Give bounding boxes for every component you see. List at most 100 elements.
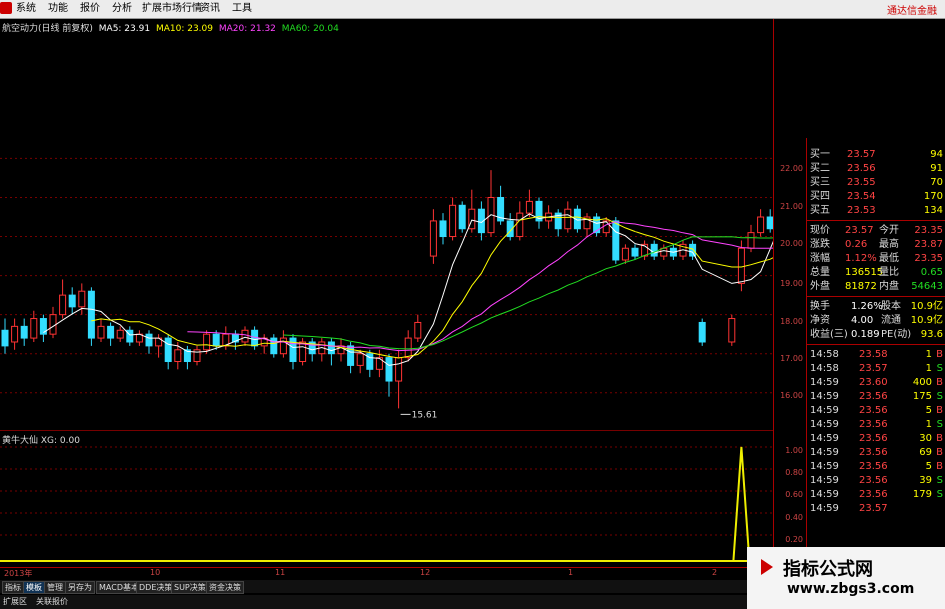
stat-value: 93.6 [920, 329, 943, 340]
candle-up [621, 247, 629, 261]
tick-row: 14:59 23.56 5 B [807, 460, 945, 474]
menu-analysis[interactable]: 分析 [112, 2, 132, 16]
candle-up [174, 349, 182, 363]
candle-up [728, 318, 736, 343]
candle-up [59, 294, 67, 316]
tick-row: 14:59 23.56 1 S [807, 418, 945, 432]
candle-up [737, 247, 745, 284]
menu-extended-market[interactable]: 扩展市场行情 [142, 2, 202, 16]
candle-up [414, 321, 422, 339]
tab-indicator[interactable]: 指标 [2, 581, 24, 594]
stat-value: 10.9亿 [910, 315, 943, 326]
tick-side: B [936, 377, 943, 388]
candle-up [757, 216, 765, 234]
bid-label: 买二 [810, 163, 830, 174]
indicator-panel[interactable]: 黄牛大仙 XG: 0.00 [0, 431, 773, 567]
time-tick: 2013年 [4, 569, 33, 578]
kline-panel[interactable]: 航空动力(日线 前复权) MA5: 23.91 MA10: 23.09 MA20… [0, 19, 773, 431]
bid-volume: 70 [930, 177, 943, 188]
tick-price: 23.56 [859, 405, 888, 416]
tick-time: 14:59 [810, 433, 839, 444]
candle-up [747, 232, 755, 249]
stat-label: 涨幅 [810, 253, 830, 264]
price-axis: 22.00 21.00 20.00 19.00 18.00 17.00 16.0… [773, 19, 806, 567]
menu-quote[interactable]: 报价 [80, 2, 100, 16]
stat-label: 量比 [879, 267, 899, 278]
bid-row: 买五 23.53 134 [807, 204, 945, 218]
stat-row: 收益(三) 0.189 PE(动) 93.6 [807, 328, 945, 342]
brand-label: 通达信金融 [887, 6, 937, 17]
status-extended[interactable]: 扩展区 [3, 596, 27, 607]
tick-side: B [936, 433, 943, 444]
stat-row: 总量 136515 量比 0.65 [807, 266, 945, 280]
tick-price: 23.57 [859, 503, 888, 514]
tick-time: 14:59 [810, 419, 839, 430]
stat-label: 换手 [810, 301, 830, 312]
stat-value: 23.57 [845, 225, 874, 236]
stat-label: 今开 [879, 225, 899, 236]
tab-dde[interactable]: DDE决策 [136, 581, 176, 594]
menu-function[interactable]: 功能 [48, 2, 68, 16]
tab-template[interactable]: 模板 [23, 581, 45, 594]
candle-up [279, 337, 287, 355]
indicator-tick: 0.40 [785, 513, 803, 522]
menu-system[interactable]: 系统 [16, 2, 36, 16]
stat-value: 0.26 [845, 239, 868, 250]
indicator-tick: 1.00 [785, 446, 803, 455]
tick-row: 14:58 23.58 1 B [807, 348, 945, 362]
stat-value: 4.00 [851, 315, 874, 326]
tick-price: 23.58 [859, 349, 888, 360]
bid-volume: 91 [930, 163, 943, 174]
price-tick: 20.00 [780, 239, 803, 248]
candle-down [126, 329, 134, 343]
tick-row: 14:59 23.60 400 B [807, 376, 945, 390]
tick-row: 14:59 23.57 [807, 502, 945, 516]
app-logo-icon [0, 2, 12, 14]
bid-label: 买四 [810, 191, 830, 202]
candle-up [30, 318, 38, 339]
stat-value: 54643 [911, 281, 943, 292]
candle-down [612, 220, 620, 261]
tick-row: 14:58 23.57 1 S [807, 362, 945, 376]
stat-value: 1.26% [851, 301, 883, 312]
stat-label: 收益(三) [810, 329, 848, 340]
tab-save-as[interactable]: 另存为 [65, 581, 95, 594]
menu-news[interactable]: 资讯 [200, 2, 220, 16]
candle-down [650, 243, 658, 257]
tick-row: 14:59 23.56 69 B [807, 446, 945, 460]
candle-up [395, 357, 403, 382]
tick-volume: 30 [919, 433, 932, 444]
candle-up [241, 329, 249, 343]
stat-value: 23.35 [914, 225, 943, 236]
bid-volume: 134 [923, 205, 943, 216]
stat-label: 最高 [879, 239, 899, 250]
low-marker-label: 15.61 [412, 410, 438, 420]
tick-volume: 1 [925, 419, 932, 430]
candle-down [20, 325, 28, 339]
tab-fund[interactable]: 资金决策 [206, 581, 244, 594]
tick-side: B [936, 405, 943, 416]
watermark: 指标公式网 www.zbgs3.com [747, 547, 945, 609]
status-linked-quote[interactable]: 关联报价 [36, 596, 68, 607]
tick-time: 14:59 [810, 475, 839, 486]
tick-price: 23.56 [859, 447, 888, 458]
candle-up [449, 204, 457, 238]
tick-side: B [936, 447, 943, 458]
stat-label: 股本 [881, 301, 901, 312]
candle-up [516, 212, 524, 238]
menu-tools[interactable]: 工具 [232, 2, 252, 16]
stat-value: 23.87 [914, 239, 943, 250]
indicator-tick: 0.80 [785, 468, 803, 477]
tick-time: 14:59 [810, 391, 839, 402]
tab-sup[interactable]: SUP决策 [171, 581, 209, 594]
tab-manage[interactable]: 管理 [44, 581, 66, 594]
price-tick: 21.00 [780, 202, 803, 211]
candle-down [164, 337, 172, 363]
tick-time: 14:59 [810, 503, 839, 514]
stat-label: 现价 [810, 225, 830, 236]
tick-volume: 1 [925, 363, 932, 374]
indicator-chart [0, 446, 773, 562]
separator [807, 296, 945, 297]
candle-up [602, 220, 610, 234]
tick-volume: 1 [925, 349, 932, 360]
